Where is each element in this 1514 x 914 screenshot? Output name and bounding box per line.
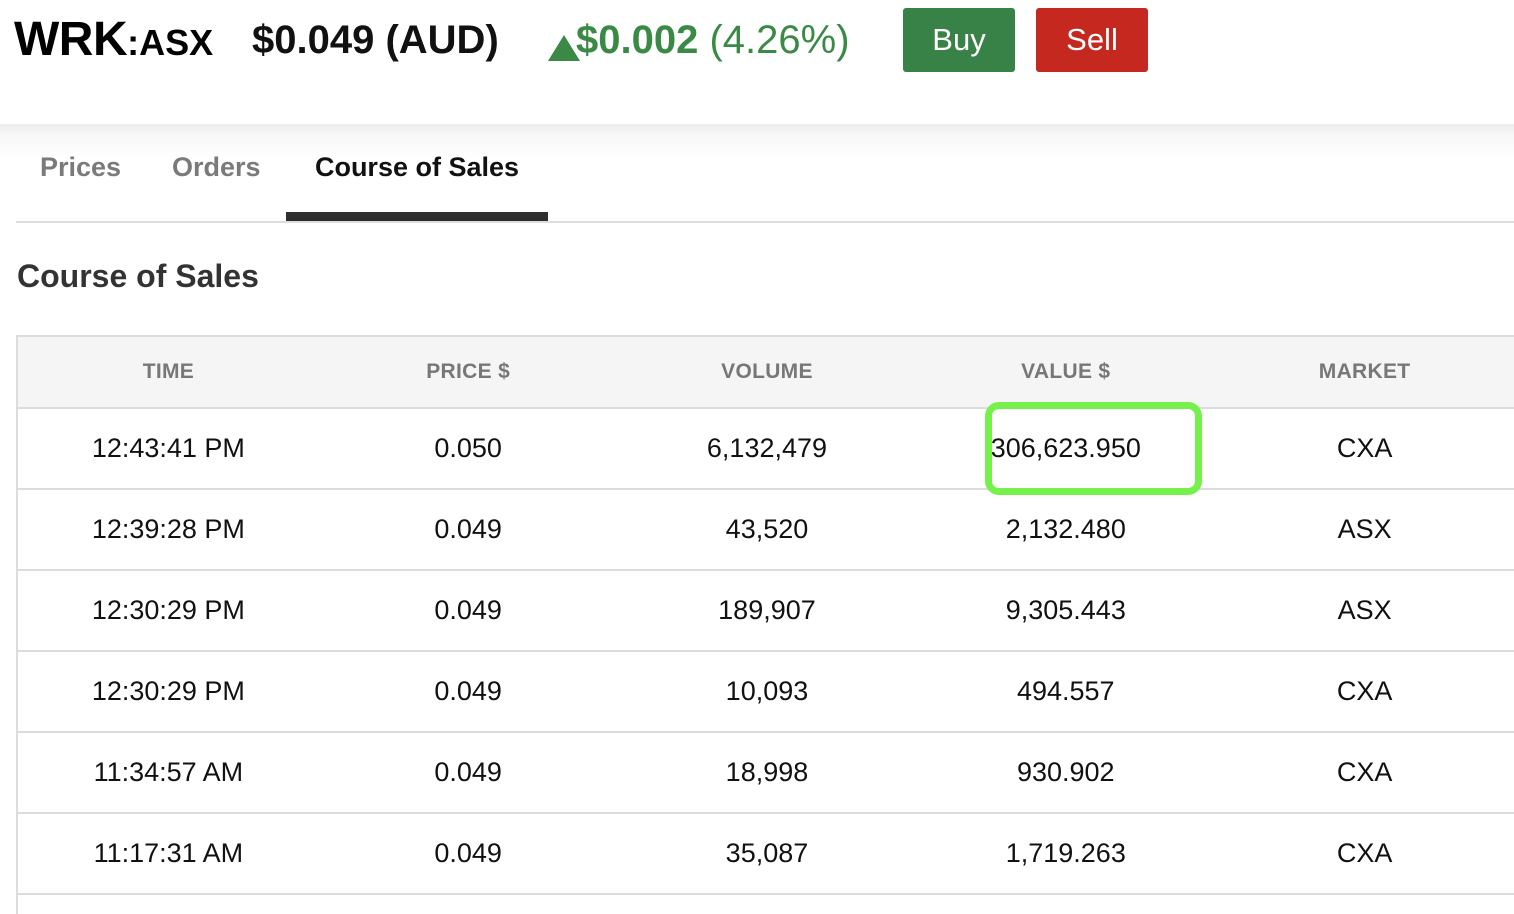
cell-price: 0.049 [434, 595, 502, 625]
cell-market: CXA [1336, 676, 1393, 706]
change-amount: $0.002 [576, 18, 699, 62]
cell-market: CXA [1336, 838, 1393, 868]
table-row: 12:39:28 PM 0.049 43,520 2,132.480 ASX [18, 490, 1514, 571]
cell-volume: 6,132,479 [706, 433, 828, 463]
cell-time: 12:43:41 PM [91, 433, 245, 463]
cell-time: 12:30:29 PM [91, 676, 245, 706]
sell-button[interactable]: Sell [1036, 8, 1148, 72]
cell-price: 0.050 [434, 433, 502, 463]
cell-value: 1,719.263 [1005, 838, 1126, 868]
column-header-time[interactable]: TIME [18, 337, 319, 407]
table-row: 12:30:29 PM 0.049 189,907 9,305.443 ASX [18, 571, 1514, 652]
cell-price: 0.049 [434, 838, 502, 868]
table-row: 12:30:29 PM 0.049 10,093 494.557 CXA [18, 652, 1514, 733]
cell-value: 9,305.443 [1005, 595, 1126, 625]
quote-header: WRK:ASX $0.049 (AUD) $0.002 (4.26%) Buy … [0, 0, 1514, 124]
cell-volume: 35,087 [725, 838, 809, 868]
cell-time: 12:39:28 PM [91, 514, 245, 544]
cell-price: 0.049 [434, 757, 502, 787]
cell-value: 2,132.480 [1005, 514, 1126, 544]
section-title: Course of Sales [17, 258, 259, 294]
stock-page: WRK:ASX $0.049 (AUD) $0.002 (4.26%) Buy … [0, 0, 1514, 914]
cell-price: 0.049 [434, 676, 502, 706]
cell-volume: 189,907 [718, 595, 816, 625]
price-change: $0.002 (4.26%) [548, 18, 850, 63]
change-percent: (4.26%) [709, 18, 850, 62]
column-header-value[interactable]: VALUE $ [916, 337, 1215, 407]
tab-prices[interactable]: Prices [40, 152, 121, 222]
tab-orders[interactable]: Orders [172, 152, 261, 222]
tab-bar: Prices Orders Course of Sales [0, 124, 1514, 224]
cell-price: 0.049 [434, 514, 502, 544]
cell-market: ASX [1337, 514, 1392, 544]
cell-volume: 18,998 [725, 757, 809, 787]
table-header: TIME PRICE $ VOLUME VALUE $ MARKET [18, 337, 1514, 409]
ticker-symbol: WRK:ASX [14, 12, 213, 67]
column-header-price[interactable]: PRICE $ [319, 337, 618, 407]
cell-market: CXA [1336, 433, 1393, 463]
symbol-code: WRK [14, 13, 128, 66]
cell-time: 11:17:31 AM [93, 838, 244, 868]
course-of-sales-table: TIME PRICE $ VOLUME VALUE $ MARKET 12:43… [16, 335, 1514, 914]
cell-market: ASX [1337, 595, 1392, 625]
table-row: 11:34:57 AM 0.049 18,998 930.902 CXA [18, 733, 1514, 814]
cell-time: 12:30:29 PM [91, 595, 245, 625]
cell-volume: 43,520 [725, 514, 809, 544]
cell-value: 306,623.950 [916, 402, 1215, 495]
cell-value: 494.557 [1016, 676, 1115, 706]
cell-value-text: 306,623.950 [990, 433, 1141, 463]
cell-volume: 10,093 [725, 676, 809, 706]
buy-button[interactable]: Buy [903, 8, 1015, 72]
column-header-market[interactable]: MARKET [1215, 337, 1514, 407]
table-row: 12:43:41 PM 0.050 6,132,479 306,623.950 … [18, 402, 1514, 495]
tab-divider [16, 221, 1514, 223]
last-price: $0.049 (AUD) [252, 18, 499, 62]
cell-time: 11:34:57 AM [93, 757, 244, 787]
table-row: 11:17:31 AM 0.049 35,087 1,719.263 CXA [18, 814, 1514, 895]
cell-market: CXA [1336, 757, 1393, 787]
exchange-code: :ASX [127, 22, 214, 63]
column-header-volume[interactable]: VOLUME [618, 337, 917, 407]
cell-value: 930.902 [1016, 757, 1115, 787]
